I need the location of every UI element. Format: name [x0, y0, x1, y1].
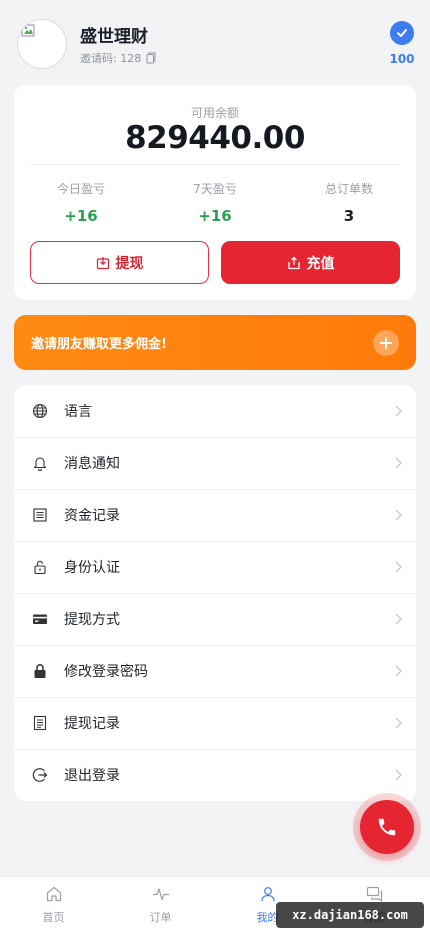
menu-item-change-password[interactable]: 修改登录密码 — [14, 645, 416, 697]
upload-icon — [287, 256, 300, 269]
chevron-right-icon — [395, 613, 402, 625]
withdraw-icon — [96, 256, 109, 269]
menu-label: 身份认证 — [64, 560, 120, 576]
globe-icon — [32, 403, 48, 419]
chevron-right-icon — [395, 665, 402, 677]
user-icon — [260, 887, 275, 902]
stat-value: +16 — [198, 207, 232, 225]
watermark-text: xz.dajian168.com — [292, 908, 408, 922]
menu-label: 修改登录密码 — [64, 664, 148, 680]
stat-label: 今日盈亏 — [56, 182, 105, 196]
divider — [14, 489, 416, 490]
home-icon — [46, 886, 61, 902]
phone-icon — [378, 818, 396, 836]
verified-badge-icon — [390, 21, 414, 45]
recharge-button[interactable]: 充值 — [221, 241, 400, 284]
menu-label: 退出登录 — [64, 768, 120, 784]
pulse-icon — [152, 888, 169, 901]
chevron-right-icon — [395, 405, 402, 417]
lock-open-icon — [34, 560, 46, 575]
divider — [14, 749, 416, 750]
logout-icon — [32, 768, 48, 782]
stat-7day-pnl: 7天盈亏 +16 — [148, 180, 282, 225]
menu-item-withdraw-method[interactable]: 提现方式 — [14, 593, 416, 645]
menu-item-logout[interactable]: 退出登录 — [14, 749, 416, 801]
invite-code: 邀请码: 128 — [80, 50, 156, 66]
recharge-label: 充值 — [306, 255, 335, 272]
card-icon — [33, 614, 47, 624]
divider — [14, 593, 416, 594]
stat-label: 7天盈亏 — [193, 182, 237, 196]
chevron-right-icon — [395, 561, 402, 573]
stat-value: +16 — [64, 207, 98, 225]
nav-orders[interactable]: 订单 — [107, 877, 214, 932]
menu-item-withdraw-records[interactable]: 提现记录 — [14, 697, 416, 749]
invite-code-text: 邀请码: 128 — [80, 52, 142, 65]
divider — [14, 697, 416, 698]
nav-home[interactable]: 首页 — [0, 877, 107, 932]
level-value: 100 — [389, 52, 415, 66]
chevron-right-icon — [395, 769, 402, 781]
withdraw-button[interactable]: 提现 — [30, 241, 209, 284]
avatar[interactable] — [17, 19, 67, 69]
invite-banner[interactable]: 邀请朋友赚取更多佣金! — [14, 315, 416, 370]
menu-item-notifications[interactable]: 消息通知 — [14, 437, 416, 489]
username: 盛世理财 — [80, 27, 148, 47]
nav-label: 首页 — [42, 911, 65, 924]
menu-item-language[interactable]: 语言 — [14, 385, 416, 437]
nav-label: 订单 — [149, 911, 172, 924]
chevron-right-icon — [395, 509, 402, 521]
bell-icon — [33, 457, 47, 471]
balance-value: 829440.00 — [125, 120, 305, 156]
broken-image-icon — [21, 24, 35, 37]
plus-icon[interactable] — [373, 330, 399, 356]
chevron-right-icon — [395, 717, 402, 729]
balance-label: 可用余额 — [190, 106, 239, 120]
menu-label: 消息通知 — [64, 456, 120, 472]
menu-item-fund-records[interactable]: 资金记录 — [14, 489, 416, 541]
watermark: xz.dajian168.com — [276, 902, 424, 928]
menu-label: 资金记录 — [64, 508, 120, 524]
lock-icon — [34, 664, 46, 678]
stat-label: 总订单数 — [324, 182, 373, 196]
settings-menu: 语言 消息通知 资金记录 身份认证 提现方式 修改登录密码 提现记录 退出登录 — [14, 385, 416, 801]
divider — [14, 437, 416, 438]
stat-today-pnl: 今日盈亏 +16 — [14, 180, 148, 225]
record-icon — [33, 715, 47, 731]
copy-icon[interactable] — [146, 52, 156, 64]
call-button[interactable] — [360, 800, 414, 854]
invite-banner-text: 邀请朋友赚取更多佣金! — [31, 337, 167, 352]
chat-icon — [366, 886, 382, 902]
profile-header: 盛世理财 邀请码: 128 100 — [0, 0, 430, 84]
withdraw-label: 提现 — [115, 255, 144, 272]
menu-label: 提现方式 — [64, 612, 120, 628]
menu-label: 提现记录 — [64, 716, 120, 732]
menu-item-identity[interactable]: 身份认证 — [14, 541, 416, 593]
list-icon — [33, 508, 47, 522]
divider — [30, 164, 400, 165]
balance-card: 可用余额 829440.00 今日盈亏 +16 7天盈亏 +16 总订单数 3 … — [14, 85, 416, 300]
stat-value: 3 — [343, 207, 355, 225]
divider — [14, 645, 416, 646]
divider — [14, 541, 416, 542]
stat-total-orders: 总订单数 3 — [282, 180, 416, 225]
chevron-right-icon — [395, 457, 402, 469]
menu-label: 语言 — [64, 404, 92, 420]
